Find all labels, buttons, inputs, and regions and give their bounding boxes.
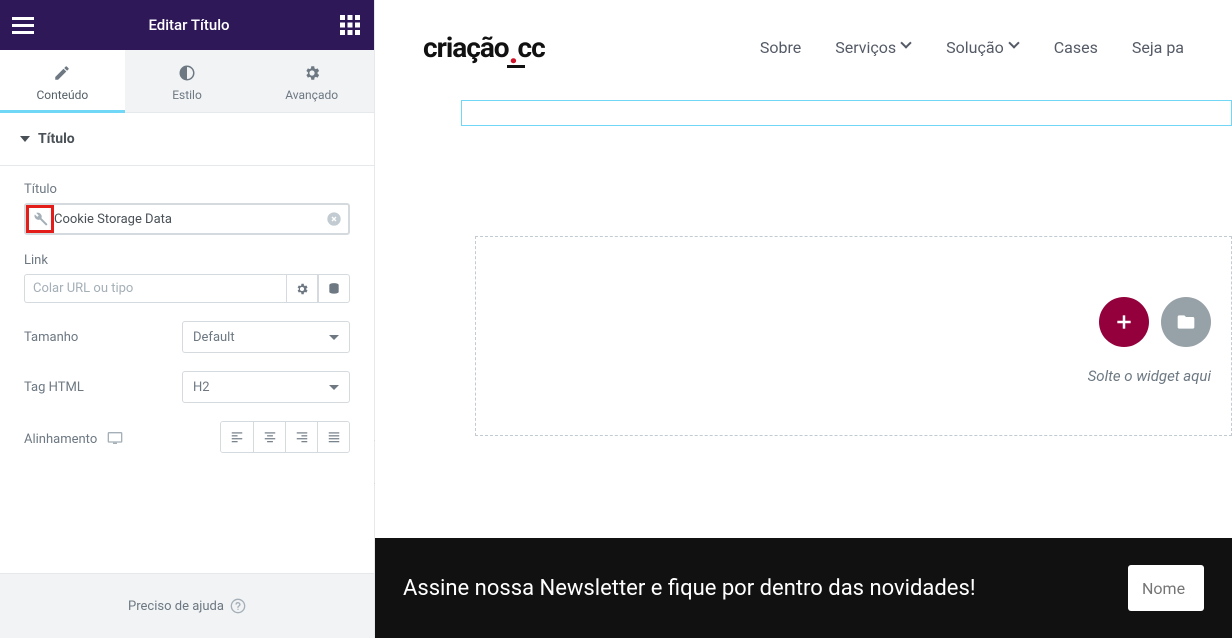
section-title-label: Título bbox=[38, 131, 75, 147]
template-library-button[interactable] bbox=[1161, 297, 1211, 347]
newsletter-bar: Assine nossa Newsletter e fique por dent… bbox=[375, 538, 1232, 638]
nav-seja[interactable]: Seja pa bbox=[1132, 38, 1184, 57]
tag-select-value: H2 bbox=[193, 380, 210, 395]
newsletter-text: Assine nossa Newsletter e fique por dent… bbox=[403, 576, 1108, 601]
widgets-grid-button[interactable] bbox=[338, 13, 362, 37]
gear-icon bbox=[295, 282, 309, 296]
title-input[interactable] bbox=[48, 205, 326, 233]
selected-heading-widget[interactable] bbox=[461, 100, 1232, 126]
panel-tabs: Conteúdo Estilo Avançado bbox=[0, 50, 374, 113]
newsletter-name-input[interactable] bbox=[1128, 565, 1204, 611]
tab-style[interactable]: Estilo bbox=[125, 50, 250, 112]
link-input[interactable] bbox=[24, 274, 286, 303]
align-right-button[interactable] bbox=[285, 422, 317, 452]
gear-icon bbox=[303, 64, 321, 82]
section-toggle-title[interactable]: Título bbox=[0, 113, 374, 166]
plus-icon bbox=[1114, 312, 1134, 332]
nav-solucao[interactable]: Solução bbox=[946, 38, 1020, 57]
preview-canvas: criação.cc Sobre Serviços Solução Cases … bbox=[375, 0, 1232, 638]
folder-icon bbox=[1176, 312, 1196, 332]
tab-advanced[interactable]: Avançado bbox=[249, 50, 374, 112]
link-options-button[interactable] bbox=[286, 274, 318, 303]
dynamic-link-button[interactable] bbox=[318, 274, 350, 303]
help-label: Preciso de ajuda bbox=[128, 599, 224, 614]
logo-text-a: criação bbox=[423, 31, 509, 64]
caret-down-icon bbox=[20, 136, 30, 142]
add-section-button[interactable] bbox=[1099, 297, 1149, 347]
align-justify-icon bbox=[327, 430, 341, 444]
responsive-icon[interactable] bbox=[107, 430, 123, 446]
align-right-icon bbox=[295, 430, 309, 444]
nav-cases[interactable]: Cases bbox=[1054, 38, 1098, 57]
size-select-value: Default bbox=[193, 330, 235, 345]
help-icon bbox=[230, 598, 246, 614]
align-center-button[interactable] bbox=[253, 422, 285, 452]
pencil-icon bbox=[53, 64, 71, 82]
dynamic-tags-icon[interactable] bbox=[32, 211, 48, 227]
chevron-down-icon bbox=[902, 42, 912, 52]
title-input-wrap bbox=[24, 203, 350, 235]
tab-content[interactable]: Conteúdo bbox=[0, 50, 125, 112]
align-field-label: Alinhamento bbox=[24, 432, 97, 447]
control-alignment: Alinhamento bbox=[24, 421, 350, 453]
chevron-down-icon bbox=[329, 385, 339, 390]
tab-advanced-label: Avançado bbox=[285, 88, 338, 102]
chevron-down-icon bbox=[329, 335, 339, 340]
control-title: Título bbox=[24, 182, 350, 235]
align-center-icon bbox=[263, 430, 277, 444]
controls-area: Título Link Tamanho Default bbox=[0, 166, 374, 573]
editor-panel: Editar Título Conteúdo Estilo Avançado T… bbox=[0, 0, 375, 638]
drop-hint-text: Solte o widget aqui bbox=[1088, 367, 1211, 385]
nav-sobre[interactable]: Sobre bbox=[760, 38, 801, 57]
help-bar[interactable]: Preciso de ajuda bbox=[0, 573, 374, 638]
drop-actions bbox=[1099, 297, 1211, 347]
site-header: criação.cc Sobre Serviços Solução Cases … bbox=[375, 0, 1232, 94]
panel-title: Editar Título bbox=[148, 16, 229, 34]
link-field-label: Link bbox=[24, 253, 350, 268]
align-left-icon bbox=[230, 430, 244, 444]
database-icon bbox=[327, 282, 341, 296]
align-justify-button[interactable] bbox=[317, 422, 349, 452]
contrast-icon bbox=[178, 64, 196, 82]
empty-section-dropzone[interactable]: Solte o widget aqui bbox=[475, 236, 1232, 436]
nav-servicos[interactable]: Serviços bbox=[835, 38, 912, 57]
logo-underline bbox=[507, 65, 525, 68]
tab-style-label: Estilo bbox=[172, 88, 202, 102]
size-field-label: Tamanho bbox=[24, 330, 78, 345]
title-field-label: Título bbox=[24, 182, 350, 197]
align-left-button[interactable] bbox=[221, 422, 253, 452]
tag-field-label: Tag HTML bbox=[24, 380, 84, 395]
logo-text-b: cc bbox=[518, 31, 545, 64]
size-select[interactable]: Default bbox=[182, 321, 350, 353]
control-tag: Tag HTML H2 bbox=[24, 371, 350, 403]
site-logo[interactable]: criação.cc bbox=[423, 31, 545, 64]
control-link: Link bbox=[24, 253, 350, 303]
panel-header: Editar Título bbox=[0, 0, 374, 50]
control-size: Tamanho Default bbox=[24, 321, 350, 353]
tag-select[interactable]: H2 bbox=[182, 371, 350, 403]
chevron-down-icon bbox=[1010, 42, 1020, 52]
menu-button[interactable] bbox=[12, 11, 40, 39]
site-nav: Sobre Serviços Solução Cases Seja pa bbox=[760, 38, 1184, 57]
clear-icon[interactable] bbox=[326, 211, 342, 227]
tab-content-label: Conteúdo bbox=[36, 88, 88, 102]
alignment-group bbox=[220, 421, 350, 453]
